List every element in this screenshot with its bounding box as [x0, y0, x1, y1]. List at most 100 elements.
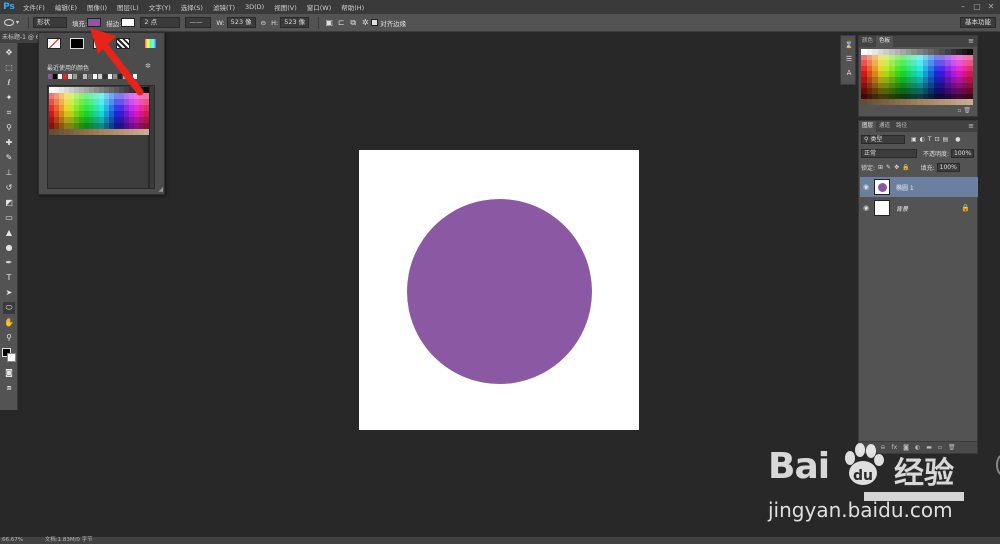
tab-swatches[interactable]: 色板	[876, 36, 894, 47]
panel-menu-icon[interactable]: ≡	[968, 121, 974, 132]
new-swatch-icon[interactable]: ▫	[957, 107, 961, 114]
recent-swatch[interactable]	[48, 74, 52, 79]
menu-filter[interactable]: 滤镜(T)	[208, 2, 240, 12]
baidu-watermark: Bai du 经验 jingyan.baidu.com	[760, 440, 1000, 544]
eyedropper-tool-icon[interactable]: ⚲	[3, 122, 15, 134]
tab-paths[interactable]: 路径	[893, 121, 910, 132]
opacity-field[interactable]: 100%	[951, 149, 975, 158]
red-arrow-annotation	[90, 28, 144, 96]
gear-icon[interactable]: ✲	[359, 17, 371, 29]
character-icon[interactable]: A	[844, 68, 854, 78]
menu-layer[interactable]: 图层(L)	[112, 2, 144, 12]
menu-edit[interactable]: 编辑(E)	[50, 2, 82, 12]
ellipse-tool-preset[interactable]: ▾	[4, 19, 19, 26]
lock-icons[interactable]: ⊞✎✥🔒	[878, 164, 913, 171]
solid-color-button[interactable]	[70, 38, 84, 49]
history-brush-tool-icon[interactable]: ↺	[3, 182, 15, 194]
recent-swatch[interactable]	[83, 74, 87, 79]
eye-icon[interactable]: ◉	[860, 183, 872, 191]
menu-3d[interactable]: 3D(D)	[240, 3, 269, 11]
menu-window[interactable]: 窗口(W)	[302, 2, 337, 12]
recent-swatch[interactable]	[78, 74, 82, 79]
checkbox-box	[371, 19, 379, 26]
magic-wand-tool-icon[interactable]: ✦	[3, 92, 15, 104]
fill-field[interactable]: 100%	[936, 163, 960, 172]
recent-swatch[interactable]	[53, 74, 57, 79]
blend-mode-select[interactable]: 正常	[861, 149, 917, 158]
layer-row-ellipse[interactable]: ◉ 椭圆 1	[860, 177, 978, 197]
trash-icon[interactable]: 🗑	[963, 107, 971, 114]
search-icon: ⚲	[864, 136, 869, 143]
no-color-button[interactable]	[47, 38, 61, 49]
minimize-icon[interactable]: –	[958, 2, 968, 12]
height-field[interactable]: H: 523 像	[271, 17, 310, 28]
filter-kind-select[interactable]: ⚲ 类型	[861, 135, 905, 144]
filter-icons[interactable]: ▣◐T⊡▤	[911, 136, 951, 143]
opacity-label: 不透明度:	[923, 151, 950, 158]
path-arrangement-icon[interactable]: ⧉	[347, 17, 359, 29]
recent-swatch[interactable]	[63, 74, 67, 79]
menu-help[interactable]: 帮助(H)	[336, 2, 369, 12]
brush-tool-icon[interactable]: ✎	[3, 152, 15, 164]
ps-logo: Ps	[3, 2, 15, 12]
align-edges-checkbox[interactable]: 对齐边缘	[371, 18, 406, 28]
eye-icon[interactable]: ◉	[860, 204, 872, 212]
panel-menu-icon[interactable]: ≡	[968, 36, 974, 47]
purple-ellipse-shape[interactable]	[407, 199, 592, 384]
path-alignment-icon[interactable]: ⊏	[335, 17, 347, 29]
pen-tool-icon[interactable]: ✒	[3, 257, 15, 269]
properties-icon[interactable]: ☰	[844, 54, 854, 64]
resize-handle-icon[interactable]: ◢	[158, 186, 163, 193]
ellipse-tool-icon[interactable]: ⬭	[3, 302, 15, 314]
tab-channels[interactable]: 通道	[876, 121, 893, 132]
quick-mask-icon[interactable]: ◙	[3, 367, 15, 379]
history-icon[interactable]: ⌛	[844, 40, 854, 50]
recent-swatch[interactable]	[58, 74, 62, 79]
layer-name: 背景	[896, 205, 909, 213]
recent-swatch[interactable]	[73, 74, 77, 79]
hand-tool-icon[interactable]: ✋	[3, 317, 15, 329]
type-tool-icon[interactable]: T	[3, 272, 15, 284]
document-tab[interactable]: 未标题-1 @ 66.7%(椭圆 1, RGB/8)	[0, 32, 38, 43]
screen-mode-icon[interactable]: ⧈	[3, 382, 15, 394]
menu-view[interactable]: 视图(V)	[269, 2, 302, 12]
healing-brush-tool-icon[interactable]: ✚	[3, 137, 15, 149]
recent-swatch[interactable]	[68, 74, 72, 79]
background-color[interactable]	[7, 353, 16, 362]
blur-tool-icon[interactable]: ▲	[3, 227, 15, 239]
document-canvas[interactable]	[359, 150, 639, 430]
menu-file[interactable]: 文件(F)	[18, 2, 50, 12]
swatches-grid[interactable]	[861, 49, 973, 105]
close-icon[interactable]: ✕	[986, 2, 996, 12]
gradient-tool-icon[interactable]: ▭	[3, 212, 15, 224]
menu-image[interactable]: 图像(I)	[82, 2, 112, 12]
move-tool-icon[interactable]: ✥	[3, 47, 15, 59]
zoom-tool-icon[interactable]: ⚲	[3, 332, 15, 344]
layer-row-background[interactable]: ◉ 背景 🔒	[860, 198, 978, 218]
filter-toggle-icon[interactable]: ●	[955, 136, 960, 143]
tab-color[interactable]: 颜色	[859, 36, 876, 47]
link-icon[interactable]: ⊖	[261, 19, 266, 27]
dodge-tool-icon[interactable]: ●	[3, 242, 15, 254]
menu-type[interactable]: 文字(Y)	[144, 2, 176, 12]
menu-select[interactable]: 选择(S)	[176, 2, 208, 12]
zoom-level[interactable]: 66.67%	[2, 537, 23, 543]
marquee-tool-icon[interactable]: ⬚	[3, 62, 15, 74]
width-field[interactable]: W: 523 像	[216, 17, 256, 28]
tab-layers[interactable]: 图层	[859, 121, 877, 132]
lasso-tool-icon[interactable]: ℓ	[3, 77, 15, 89]
chevron-down-icon: ▾	[16, 19, 20, 26]
swatch-scrollbar[interactable]	[149, 85, 155, 189]
mode-select[interactable]: 形状	[33, 17, 68, 28]
stroke-type-select[interactable]: ——	[185, 17, 212, 28]
swatch-cell[interactable]	[967, 99, 973, 105]
workspace-select[interactable]: 基本功能	[960, 17, 996, 28]
path-selection-tool-icon[interactable]: ➤	[3, 287, 15, 299]
eraser-tool-icon[interactable]: ◩	[3, 197, 15, 209]
path-operations-icon[interactable]: ▣	[323, 17, 335, 29]
lock-icon: 🔒	[961, 204, 970, 212]
divider	[318, 16, 320, 29]
clone-stamp-tool-icon[interactable]: ⊥	[3, 167, 15, 179]
crop-tool-icon[interactable]: ⌗	[3, 107, 15, 119]
maximize-icon[interactable]: □	[972, 2, 982, 12]
